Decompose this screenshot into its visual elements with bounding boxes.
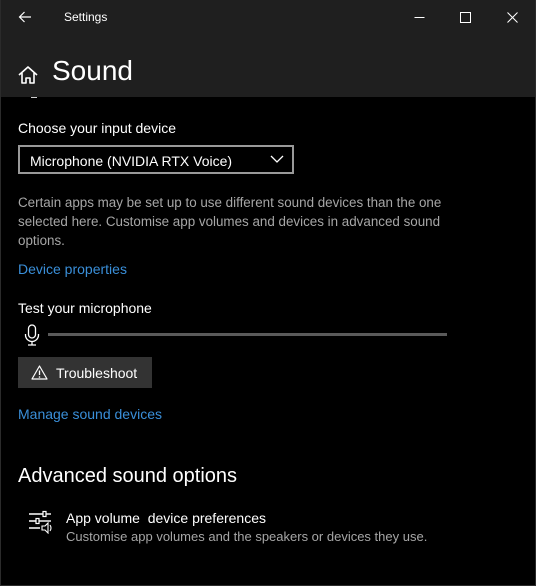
troubleshoot-button[interactable]: Troubleshoot <box>18 357 152 388</box>
input-device-selected: Microphone (NVIDIA RTX Voice) <box>30 153 233 169</box>
minimize-icon <box>414 16 424 18</box>
window-title: Settings <box>64 10 108 24</box>
minimize-button[interactable] <box>396 0 442 34</box>
device-properties-link[interactable]: Device properties <box>18 261 127 277</box>
page-header: Sound <box>1 34 535 97</box>
input-device-label: Choose your input device <box>18 120 176 136</box>
close-button[interactable] <box>489 0 535 34</box>
settings-window: Settings Sound Choose your input device … <box>0 0 536 586</box>
input-device-description: Certain apps may be set up to use differ… <box>18 195 442 248</box>
input-device-dropdown[interactable]: Microphone (NVIDIA RTX Voice) <box>18 145 294 174</box>
microphone-icon <box>24 324 40 346</box>
maximize-icon <box>459 11 471 23</box>
page-title: Sound <box>52 55 133 86</box>
test-microphone-label: Test your microphone <box>18 300 152 316</box>
close-icon <box>506 11 518 23</box>
chevron-down-icon <box>270 155 284 163</box>
home-icon[interactable] <box>17 64 39 86</box>
title-bar: Settings <box>1 0 535 34</box>
manage-sound-devices-link[interactable]: Manage sound devices <box>18 406 162 422</box>
clipped-content-fragment <box>31 97 37 98</box>
sound-settings-content: Choose your input device Microphone (NVI… <box>1 97 535 585</box>
advanced-sound-options-heading: Advanced sound options <box>18 465 238 487</box>
troubleshoot-label: Troubleshoot <box>56 364 138 381</box>
sliders-icon[interactable] <box>28 510 54 534</box>
back-button[interactable] <box>7 2 43 32</box>
microphone-level-meter <box>48 333 447 336</box>
back-arrow-icon <box>18 11 31 23</box>
warning-icon <box>31 365 48 380</box>
app-volume-subtitle: Customise app volumes and the speakers o… <box>66 529 428 544</box>
app-volume-title[interactable]: App volume device preferences <box>66 510 266 526</box>
maximize-button[interactable] <box>442 0 488 34</box>
